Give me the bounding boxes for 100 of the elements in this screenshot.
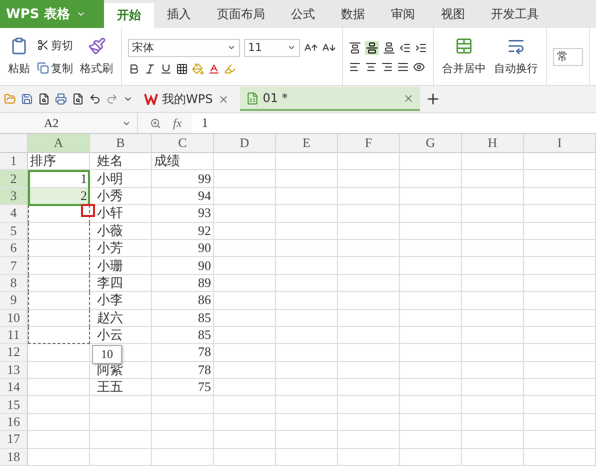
column-header[interactable]: E [276,134,338,153]
name-box[interactable]: A2 [0,113,138,133]
undo-icon[interactable] [89,93,101,105]
ribbon-tab[interactable]: 数据 [328,0,378,28]
table-cell[interactable]: 小李 [90,292,152,310]
align-right-icon[interactable] [381,60,393,72]
table-cell[interactable]: 99 [152,170,214,188]
column-header[interactable]: C [152,134,214,153]
align-left-icon[interactable] [349,60,361,72]
table-cell[interactable]: 90 [152,240,214,258]
row-header[interactable]: 15 [0,396,28,414]
number-format-field[interactable]: 常 [553,48,583,66]
column-header[interactable]: G [400,134,462,153]
cut-button[interactable]: 剪切 [36,36,74,54]
table-cell[interactable]: 小云 [90,326,152,344]
ribbon-tab[interactable]: 视图 [428,0,478,28]
save-icon[interactable] [21,93,33,105]
copy-button[interactable]: 复制 [36,60,74,76]
table-cell[interactable]: 85 [152,310,214,327]
file-search-icon[interactable] [38,93,50,105]
paste-button[interactable]: 粘贴 [6,35,32,78]
close-icon[interactable] [402,92,414,104]
preview-icon[interactable] [72,93,84,105]
table-cell[interactable] [28,326,90,344]
row-header[interactable]: 4 [0,205,28,223]
redo-icon[interactable] [106,93,118,105]
table-cell[interactable] [28,240,90,258]
table-cell[interactable]: 赵六 [90,310,152,327]
row-header[interactable]: 10 [0,310,28,327]
folder-icon[interactable] [4,93,16,105]
align-top-icon[interactable] [349,42,361,54]
table-cell[interactable]: 小珊 [90,257,152,275]
column-header[interactable]: I [524,134,596,153]
table-cell[interactable]: 成绩 [152,153,214,170]
row-header[interactable]: 11 [0,326,28,344]
ribbon-tab[interactable]: 公式 [278,0,328,28]
table-cell[interactable]: 78 [152,362,214,380]
font-size-field[interactable]: 11 [244,38,300,56]
column-header[interactable]: B [90,134,152,153]
new-tab-icon[interactable] [424,91,441,107]
justify-icon[interactable] [397,60,409,72]
table-cell[interactable]: 86 [152,292,214,310]
document-tab[interactable]: 01 * [240,87,420,111]
merge-center-button[interactable]: 合并居中 [440,35,488,78]
table-cell[interactable] [28,257,90,275]
table-cell[interactable] [28,310,90,327]
italic-icon[interactable] [144,62,156,74]
row-header[interactable]: 16 [0,414,28,432]
table-cell[interactable]: 小芳 [90,240,152,258]
row-header[interactable]: 17 [0,431,28,449]
table-cell[interactable]: 小轩 [90,205,152,223]
formula-field[interactable]: 1 [192,114,596,132]
indent-decrease-icon[interactable] [399,42,411,54]
fill-color-icon[interactable] [192,62,204,74]
highlighter-icon[interactable] [224,62,236,74]
row-header[interactable]: 9 [0,292,28,310]
table-cell[interactable]: 姓名 [90,153,152,170]
align-bottom-icon[interactable] [383,42,395,54]
row-header[interactable]: 2 [0,170,28,188]
font-color-icon[interactable] [208,62,220,74]
underline-icon[interactable] [160,62,172,74]
ribbon-tab[interactable]: 插入 [154,0,204,28]
table-cell[interactable] [28,292,90,310]
column-header[interactable]: A [28,134,90,153]
row-header[interactable]: 1 [0,153,28,170]
indent-increase-icon[interactable] [415,42,427,54]
close-icon[interactable] [218,94,229,104]
format-painter-button[interactable]: 格式刷 [78,35,115,78]
bold-icon[interactable] [128,62,140,74]
table-cell[interactable]: 92 [152,222,214,240]
align-center-icon[interactable] [365,60,377,72]
row-header[interactable]: 7 [0,257,28,275]
row-header[interactable]: 6 [0,240,28,258]
table-cell[interactable]: 王五 [90,379,152,396]
table-cell[interactable]: 90 [152,257,214,275]
table-cell[interactable]: 89 [152,274,214,292]
row-header[interactable]: 14 [0,379,28,396]
table-cell[interactable] [28,274,90,292]
ribbon-tab[interactable]: 审阅 [378,0,428,28]
row-header[interactable]: 18 [0,448,28,466]
column-header[interactable]: D [214,134,276,153]
ribbon-tab[interactable]: 开始 [104,3,154,28]
table-cell[interactable]: 75 [152,379,214,396]
align-middle-button[interactable] [365,40,379,54]
table-cell[interactable]: 94 [152,188,214,206]
row-header[interactable]: 8 [0,274,28,292]
table-cell[interactable] [28,222,90,240]
row-header[interactable]: 3 [0,188,28,206]
table-cell[interactable]: 93 [152,205,214,223]
border-icon[interactable] [176,62,188,74]
function-label[interactable]: fx [173,116,182,130]
zoom-icon[interactable] [150,118,161,128]
row-header[interactable]: 5 [0,222,28,240]
select-all-corner[interactable] [0,134,28,153]
table-cell[interactable]: 85 [152,326,214,344]
row-header[interactable]: 12 [0,344,28,362]
column-header[interactable]: H [462,134,524,153]
table-cell[interactable]: 排序 [28,153,90,170]
table-cell[interactable]: 小明 [90,170,152,188]
printer-icon[interactable] [55,93,67,105]
